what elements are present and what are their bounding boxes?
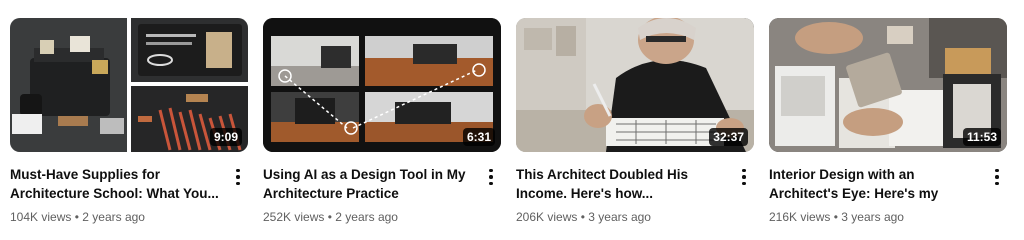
view-count: 216K views xyxy=(769,210,831,224)
meta-separator: • xyxy=(74,210,79,224)
upload-age: 2 years ago xyxy=(335,210,398,224)
view-count: 252K views xyxy=(263,210,325,224)
video-title[interactable]: Interior Design with an Architect's Eye:… xyxy=(769,165,983,203)
upload-age: 2 years ago xyxy=(82,210,145,224)
video-info: 206K views • 3 years ago xyxy=(516,209,730,225)
more-options-icon[interactable] xyxy=(989,167,1005,187)
view-count: 206K views xyxy=(516,210,578,224)
video-info: 216K views • 3 years ago xyxy=(769,209,983,225)
video-meta: Interior Design with an Architect's Eye:… xyxy=(769,165,1007,225)
video-duration: 6:31 xyxy=(462,128,495,146)
video-card[interactable]: 9:09 Must-Have Supplies for Architecture… xyxy=(10,18,248,225)
video-title[interactable]: This Architect Doubled His Income. Here'… xyxy=(516,165,730,203)
more-options-icon[interactable] xyxy=(230,167,246,187)
upload-age: 3 years ago xyxy=(841,210,904,224)
video-thumbnail[interactable]: 32:37 xyxy=(516,18,754,152)
view-count: 104K views xyxy=(10,210,72,224)
more-options-icon[interactable] xyxy=(736,167,752,187)
video-info: 252K views • 2 years ago xyxy=(263,209,477,225)
more-options-icon[interactable] xyxy=(483,167,499,187)
video-title[interactable]: Must-Have Supplies for Architecture Scho… xyxy=(10,165,224,203)
meta-separator: • xyxy=(327,210,332,224)
video-title[interactable]: Using AI as a Design Tool in My Architec… xyxy=(263,165,477,203)
video-thumbnail[interactable]: 9:09 xyxy=(10,18,248,152)
video-info: 104K views • 2 years ago xyxy=(10,209,224,225)
video-duration: 9:09 xyxy=(209,128,242,146)
video-grid: 9:09 Must-Have Supplies for Architecture… xyxy=(0,0,1024,240)
video-card[interactable]: 6:31 Using AI as a Design Tool in My Arc… xyxy=(263,18,501,225)
video-card[interactable]: 32:37 This Architect Doubled His Income.… xyxy=(516,18,754,225)
video-duration: 32:37 xyxy=(709,128,748,146)
video-meta: This Architect Doubled His Income. Here'… xyxy=(516,165,754,225)
video-duration: 11:53 xyxy=(962,128,1001,146)
upload-age: 3 years ago xyxy=(588,210,651,224)
video-thumbnail[interactable]: 11:53 xyxy=(769,18,1007,152)
video-meta: Using AI as a Design Tool in My Architec… xyxy=(263,165,501,225)
video-card[interactable]: 11:53 Interior Design with an Architect'… xyxy=(769,18,1007,225)
video-thumbnail[interactable]: 6:31 xyxy=(263,18,501,152)
meta-separator: • xyxy=(580,210,585,224)
meta-separator: • xyxy=(833,210,838,224)
video-meta: Must-Have Supplies for Architecture Scho… xyxy=(10,165,248,225)
